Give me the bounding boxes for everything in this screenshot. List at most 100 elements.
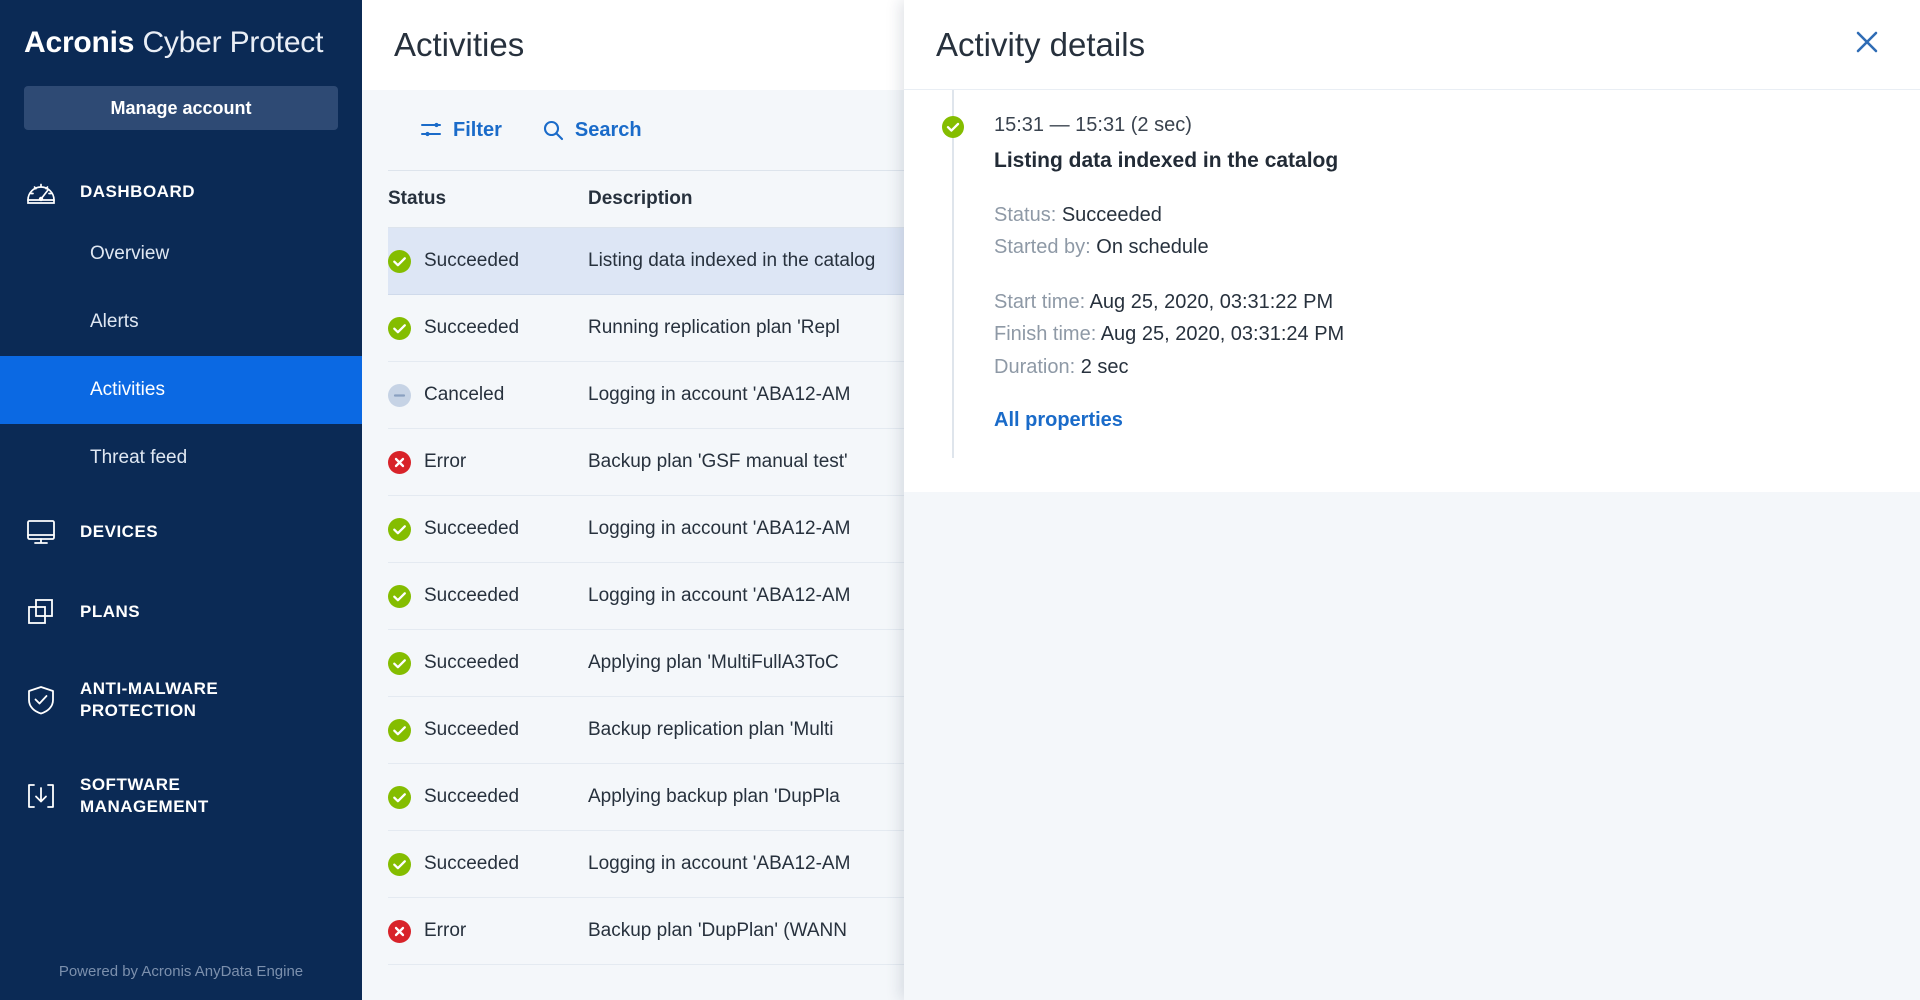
sidebar-item-label: ANTI-MALWARE PROTECTION	[80, 678, 260, 722]
details-finish-time-value: Aug 25, 2020, 03:31:24 PM	[1101, 323, 1345, 345]
gauge-icon	[24, 175, 58, 209]
sidebar-item-dashboard[interactable]: DASHBOARD	[0, 164, 362, 220]
details-started-by-value: On schedule	[1096, 236, 1208, 258]
details-started-by-key: Started by:	[994, 236, 1091, 258]
status-label: Error	[424, 451, 466, 473]
sidebar-nav: DASHBOARD Overview Alerts Activities Thr…	[0, 164, 362, 832]
cell-status: Succeeded	[388, 853, 588, 876]
details-header: Activity details	[904, 0, 1920, 90]
column-header-status: Status	[388, 188, 588, 210]
sidebar-item-anti-malware-protection[interactable]: ANTI-MALWARE PROTECTION	[0, 664, 362, 736]
sidebar-footer-text: Powered by Acronis AnyData Engine	[0, 963, 362, 980]
cell-status: Canceled	[388, 384, 588, 407]
details-empty-area	[904, 492, 1920, 1000]
sidebar-item-overview[interactable]: Overview	[0, 220, 362, 288]
details-status-value: Succeeded	[1062, 204, 1162, 226]
close-icon	[1852, 27, 1882, 62]
page-title: Activities	[394, 26, 524, 64]
details-start-time-key: Start time:	[994, 291, 1085, 313]
canceled-status-icon	[388, 384, 411, 407]
cell-status: Succeeded	[388, 317, 588, 340]
cell-status: Succeeded	[388, 518, 588, 541]
success-status-icon	[388, 518, 411, 541]
sidebar-item-label: SOFTWARE MANAGEMENT	[80, 774, 280, 818]
success-status-icon	[388, 853, 411, 876]
search-label: Search	[575, 119, 642, 142]
sidebar-item-activities[interactable]: Activities	[0, 356, 362, 424]
details-finish-time-key: Finish time:	[994, 323, 1096, 345]
sidebar-item-devices[interactable]: DEVICES	[0, 504, 362, 560]
success-status-icon	[388, 317, 411, 340]
details-status-key: Status:	[994, 204, 1056, 226]
layers-icon	[24, 595, 58, 629]
search-icon	[542, 119, 564, 141]
manage-account-button[interactable]: Manage account	[24, 86, 338, 130]
sidebar-item-label: Activities	[90, 379, 165, 401]
sidebar-item-plans[interactable]: PLANS	[0, 584, 362, 640]
details-started-by-line: Started by: On schedule	[994, 231, 1920, 263]
sidebar-item-threat-feed[interactable]: Threat feed	[0, 424, 362, 492]
details-start-time-line: Start time: Aug 25, 2020, 03:31:22 PM	[994, 286, 1920, 318]
details-title: Activity details	[936, 26, 1848, 64]
details-status-line: Status: Succeeded	[994, 199, 1920, 231]
details-entry: 15:31 — 15:31 (2 sec) Listing data index…	[952, 90, 1920, 458]
details-activity-name: Listing data indexed in the catalog	[994, 149, 1920, 173]
sidebar-item-label: DASHBOARD	[80, 181, 195, 203]
filter-label: Filter	[453, 119, 502, 142]
details-body: 15:31 — 15:31 (2 sec) Listing data index…	[904, 90, 1920, 492]
monitor-icon	[24, 515, 58, 549]
status-label: Canceled	[424, 384, 504, 406]
cell-status: Succeeded	[388, 719, 588, 742]
status-label: Error	[424, 920, 466, 942]
success-status-icon	[388, 719, 411, 742]
status-label: Succeeded	[424, 518, 519, 540]
close-button[interactable]	[1848, 26, 1886, 64]
all-properties-link[interactable]: All properties	[994, 409, 1123, 432]
activity-details-panel: Activity details 15:31 — 15:31 (2 sec) L…	[904, 0, 1920, 1000]
brand-name-bold: Acronis	[24, 26, 134, 59]
cell-status: Succeeded	[388, 652, 588, 675]
error-status-icon	[388, 920, 411, 943]
success-status-icon	[942, 116, 964, 138]
success-status-icon	[388, 250, 411, 273]
sidebar-item-label: DEVICES	[80, 521, 158, 543]
error-status-icon	[388, 451, 411, 474]
sidebar-item-label: PLANS	[80, 601, 140, 623]
success-status-icon	[388, 786, 411, 809]
details-duration-key: Duration:	[994, 356, 1075, 378]
sidebar-item-label: Alerts	[90, 311, 139, 333]
details-time-range: 15:31 — 15:31 (2 sec)	[994, 114, 1920, 137]
cell-status: Succeeded	[388, 585, 588, 608]
shield-check-icon	[24, 683, 58, 717]
sidebar-item-alerts[interactable]: Alerts	[0, 288, 362, 356]
app-root: Acronis Cyber Protect Manage account	[0, 0, 1920, 1000]
status-label: Succeeded	[424, 250, 519, 272]
sliders-icon	[420, 119, 442, 141]
details-duration-value: 2 sec	[1081, 356, 1129, 378]
status-label: Succeeded	[424, 652, 519, 674]
status-label: Succeeded	[424, 317, 519, 339]
sidebar-item-software-management[interactable]: SOFTWARE MANAGEMENT	[0, 760, 362, 832]
search-button[interactable]: Search	[542, 119, 642, 142]
cell-status: Succeeded	[388, 250, 588, 273]
cell-status: Error	[388, 451, 588, 474]
status-label: Succeeded	[424, 853, 519, 875]
status-label: Succeeded	[424, 786, 519, 808]
success-status-icon	[388, 652, 411, 675]
cell-status: Error	[388, 920, 588, 943]
brand-name-light: Cyber Protect	[142, 26, 323, 59]
success-status-icon	[388, 585, 411, 608]
status-label: Succeeded	[424, 719, 519, 741]
status-label: Succeeded	[424, 585, 519, 607]
spacer	[994, 264, 1920, 286]
sidebar: Acronis Cyber Protect Manage account	[0, 0, 362, 1000]
manage-account-label: Manage account	[110, 98, 251, 119]
cell-status: Succeeded	[388, 786, 588, 809]
package-download-icon	[24, 779, 58, 813]
details-finish-time-line: Finish time: Aug 25, 2020, 03:31:24 PM	[994, 318, 1920, 350]
brand-logo: Acronis Cyber Protect	[0, 0, 362, 60]
details-start-time-value: Aug 25, 2020, 03:31:22 PM	[1090, 291, 1334, 313]
details-duration-line: Duration: 2 sec	[994, 351, 1920, 383]
filter-button[interactable]: Filter	[420, 119, 502, 142]
sidebar-item-label: Overview	[90, 243, 169, 265]
